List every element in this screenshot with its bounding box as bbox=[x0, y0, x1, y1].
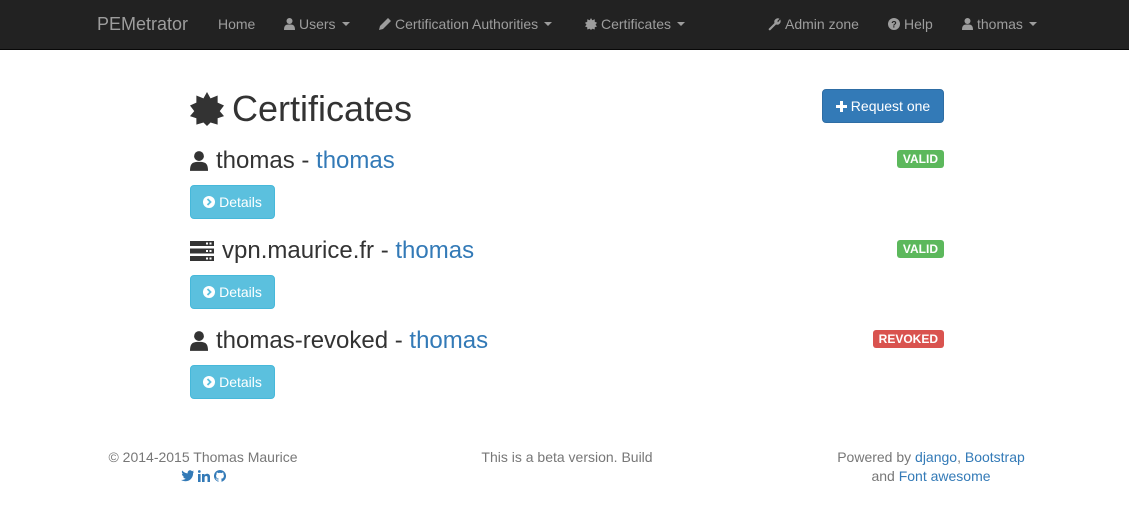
user-icon bbox=[284, 18, 295, 30]
footer-copyright-block: © 2014-2015 Thomas Maurice bbox=[90, 449, 316, 482]
svg-text:?: ? bbox=[891, 20, 897, 30]
nav-help-label: Help bbox=[904, 16, 933, 32]
details-button[interactable]: Details bbox=[190, 365, 275, 399]
wrench-icon bbox=[768, 17, 781, 30]
page-title-text: Certificates bbox=[232, 88, 413, 129]
github-icon[interactable] bbox=[213, 470, 226, 482]
caret-down-icon bbox=[1028, 22, 1037, 26]
certificate-separator: - bbox=[294, 147, 317, 174]
twitter-icon[interactable] bbox=[180, 470, 194, 482]
nav-home[interactable]: Home bbox=[218, 16, 255, 32]
nav-user-label: thomas bbox=[977, 16, 1023, 32]
certificate-item: thomas - thomas VALID Details bbox=[190, 145, 944, 235]
question-circle-icon: ? bbox=[888, 18, 900, 30]
chevron-circle-right-icon bbox=[203, 376, 216, 388]
nav-ca-label: Certification Authorities bbox=[395, 16, 539, 32]
nav-admin-zone-label: Admin zone bbox=[785, 16, 859, 32]
details-button-label: Details bbox=[219, 194, 262, 210]
certificate-icon bbox=[585, 18, 597, 30]
certificate-owner-link[interactable]: thomas bbox=[395, 237, 474, 265]
certificate-separator: - bbox=[374, 237, 396, 264]
caret-down-icon bbox=[677, 22, 686, 26]
top-navbar: PEMetrator Home Users Certification Auth… bbox=[0, 0, 1129, 50]
request-button-label: Request one bbox=[850, 98, 931, 114]
status-badge: VALID bbox=[896, 150, 944, 168]
certificate-owner-link[interactable]: thomas bbox=[409, 327, 488, 355]
status-badge: REVOKED bbox=[872, 330, 944, 348]
certificate-item: thomas-revoked - thomas REVOKED Details bbox=[190, 325, 944, 415]
nav-certificates-dropdown[interactable]: Certificates bbox=[585, 16, 686, 32]
page-title: Certificates bbox=[190, 88, 412, 130]
certificate-owner-link[interactable]: thomas bbox=[316, 147, 395, 175]
certificate-name: thomas bbox=[216, 147, 295, 174]
pencil-icon bbox=[379, 18, 391, 30]
powered-by-label: Powered by bbox=[837, 449, 912, 465]
nav-certification-authorities-dropdown[interactable]: Certification Authorities bbox=[379, 16, 553, 32]
footer-beta-notice: This is a beta version. Build bbox=[460, 449, 674, 465]
nav-users-label: Users bbox=[299, 16, 336, 32]
nav-certificates-label: Certificates bbox=[601, 16, 672, 32]
beta-notice-text: This is a beta version. Build bbox=[481, 449, 653, 465]
server-icon bbox=[190, 241, 214, 261]
details-button-label: Details bbox=[219, 374, 262, 390]
font-awesome-link[interactable]: Font awesome bbox=[899, 468, 991, 484]
caret-down-icon bbox=[544, 22, 553, 26]
nav-users-dropdown[interactable]: Users bbox=[284, 16, 350, 32]
certificate-name: thomas-revoked bbox=[216, 327, 389, 354]
user-icon bbox=[190, 151, 208, 171]
certificate-item: vpn.maurice.fr - thomas VALID Details bbox=[190, 235, 944, 325]
django-link[interactable]: django bbox=[915, 449, 957, 465]
status-badge: VALID bbox=[896, 240, 944, 258]
certificate-icon bbox=[190, 92, 224, 126]
request-certificate-button[interactable]: Request one bbox=[822, 89, 944, 123]
details-button-label: Details bbox=[219, 284, 262, 300]
nav-help[interactable]: ? Help bbox=[888, 16, 933, 32]
footer-copyright: © 2014-2015 Thomas Maurice bbox=[108, 449, 298, 465]
plus-icon bbox=[835, 100, 847, 112]
nav-user-dropdown[interactable]: thomas bbox=[962, 16, 1037, 32]
footer-credits: Powered by django, Bootstrap and Font aw… bbox=[820, 449, 1042, 484]
caret-down-icon bbox=[341, 22, 350, 26]
nav-admin-zone[interactable]: Admin zone bbox=[768, 16, 859, 32]
certificate-name: vpn.maurice.fr bbox=[222, 237, 375, 264]
certificate-separator: - bbox=[388, 327, 410, 354]
and-label: and bbox=[871, 468, 895, 484]
user-icon bbox=[962, 18, 973, 30]
chevron-circle-right-icon bbox=[203, 196, 216, 208]
brand-link[interactable]: PEMetrator bbox=[97, 14, 188, 35]
user-icon bbox=[190, 331, 208, 351]
credits-comma: , bbox=[957, 449, 961, 465]
nav-home-label: Home bbox=[218, 16, 256, 32]
linkedin-icon[interactable] bbox=[197, 470, 210, 482]
bootstrap-link[interactable]: Bootstrap bbox=[965, 449, 1025, 465]
chevron-circle-right-icon bbox=[203, 286, 216, 298]
details-button[interactable]: Details bbox=[190, 275, 275, 309]
details-button[interactable]: Details bbox=[190, 185, 275, 219]
